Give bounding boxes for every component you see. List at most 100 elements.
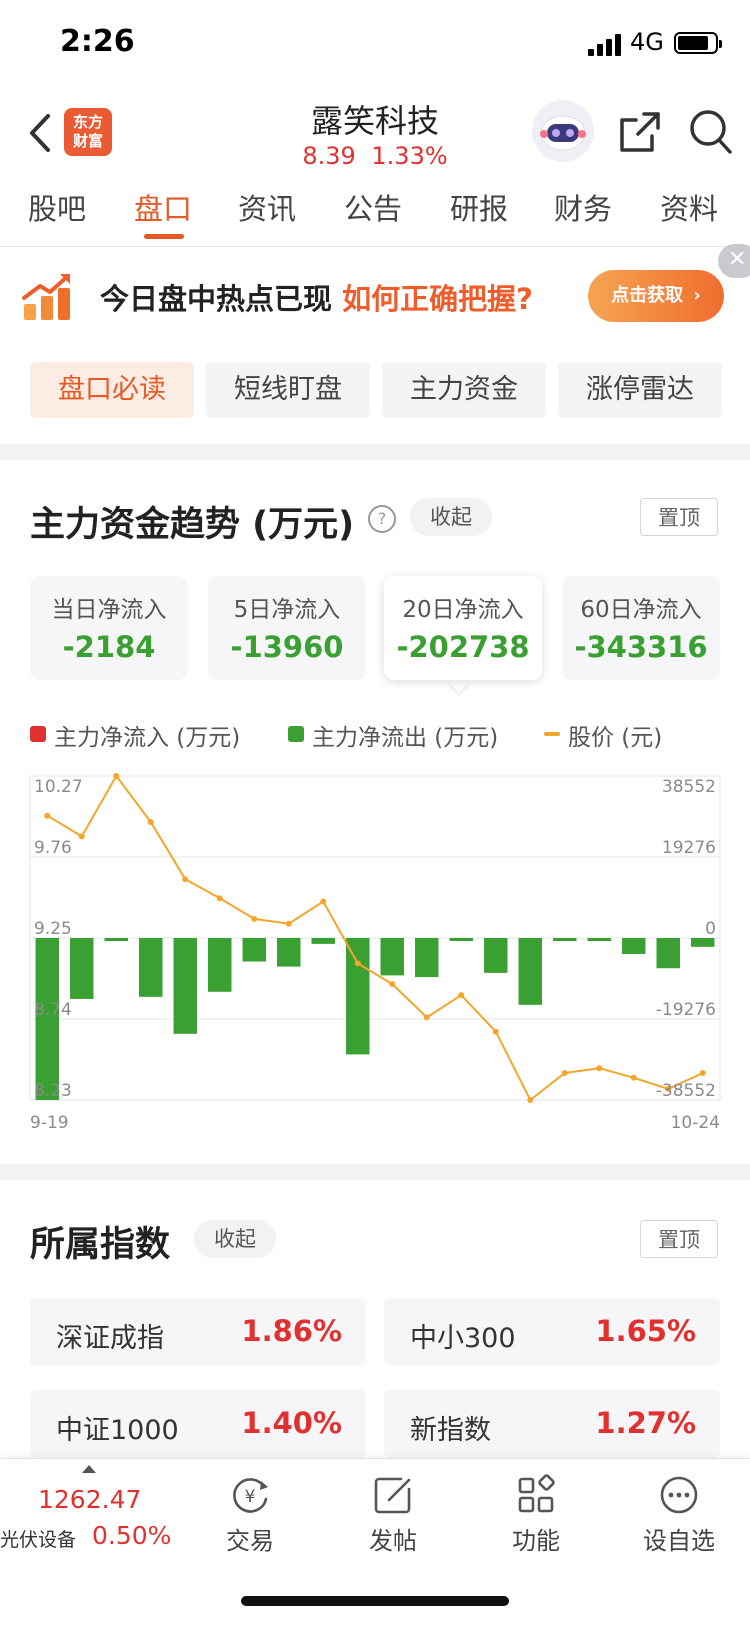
functions-label: 功能	[512, 1527, 560, 1555]
flow-card-value: -202738	[396, 630, 530, 664]
index-card[interactable]: 新指数 1.27%	[384, 1390, 720, 1458]
legend-inflow-swatch	[30, 726, 46, 742]
more-dots-icon	[660, 1476, 698, 1514]
flow-bar	[346, 938, 370, 1055]
left-axis-label: 9.76	[34, 838, 72, 858]
x-axis-end-label: 10-24	[671, 1113, 720, 1133]
flow-card-value: -343316	[574, 630, 708, 664]
price-point	[561, 1070, 568, 1076]
flow-bar	[208, 938, 232, 992]
flow-bar	[380, 938, 404, 976]
flow-card-label: 20日净流入	[402, 597, 524, 623]
x-axis-start-label: 9-19	[30, 1113, 69, 1133]
battery-icon	[674, 32, 722, 54]
price-point	[251, 915, 258, 922]
sector-ticker[interactable]: 1262.47 光伏设备 0.50%	[0, 1459, 180, 1559]
right-axis-label: 0	[705, 919, 716, 939]
promo-text[interactable]: 今日盘中热点已现 如何正确把握?	[100, 276, 533, 318]
right-axis-label: -38552	[656, 1081, 716, 1101]
trade-button[interactable]: ¥ 交易	[200, 1473, 300, 1556]
flow-card-label: 60日净流入	[580, 597, 702, 623]
stock-change-pct: 1.33%	[371, 142, 448, 170]
stock-price: 8.39	[302, 142, 356, 170]
post-label: 发帖	[369, 1527, 417, 1555]
flow-bar	[415, 938, 439, 978]
indices-title: 所属指数	[30, 1225, 171, 1265]
indices-pin-button[interactable]: 置顶	[640, 1220, 718, 1258]
sector-value: 1262.47	[38, 1485, 142, 1514]
yuan-exchange-icon: ¥	[233, 1478, 268, 1513]
segment-short-term[interactable]: 短线盯盘	[206, 362, 370, 418]
trending-chart-icon	[22, 274, 70, 320]
price-point	[147, 819, 154, 826]
legend-inflow-label: 主力净流入 (万元)	[54, 725, 241, 751]
add-watchlist-label: 设自选	[643, 1527, 715, 1555]
tab-finance[interactable]: 财务	[554, 186, 612, 228]
index-change: 1.65%	[595, 1314, 696, 1348]
tab-research[interactable]: 研报	[450, 186, 508, 228]
index-card[interactable]: 中小300 1.65%	[384, 1298, 720, 1366]
index-name: 深证成指	[56, 1323, 164, 1354]
assistant-robot-icon[interactable]	[532, 100, 594, 162]
index-name: 新指数	[410, 1415, 491, 1446]
home-indicator	[241, 1596, 509, 1606]
fund-trend-collapse-button[interactable]: 收起	[410, 498, 492, 536]
flow-bar	[553, 938, 577, 941]
right-axis-label: 38552	[662, 777, 716, 797]
index-name: 中证1000	[56, 1415, 179, 1446]
chevron-right-icon: ›	[693, 285, 701, 306]
left-axis-label: 9.25	[34, 919, 72, 939]
promo-close-button[interactable]: ✕	[718, 244, 750, 278]
trade-label: 交易	[226, 1527, 274, 1555]
legend-price-label: 股价 (元)	[568, 725, 663, 751]
flow-bar	[518, 938, 542, 1005]
price-point	[354, 960, 361, 967]
index-card[interactable]: 中证1000 1.40%	[30, 1390, 366, 1458]
promo-main-text: 今日盘中热点已现	[100, 282, 333, 316]
tab-pankou[interactable]: 盘口	[134, 186, 192, 228]
fund-trend-pin-button[interactable]: 置顶	[640, 498, 718, 536]
index-change: 1.40%	[241, 1406, 342, 1440]
search-icon[interactable]	[688, 108, 734, 156]
flow-bar	[173, 938, 197, 1034]
tab-guba[interactable]: 股吧	[28, 186, 86, 228]
fund-trend-title: 主力资金趋势 (万元)	[30, 505, 355, 545]
promo-button-label: 点击获取	[611, 285, 684, 306]
functions-button[interactable]: 功能	[486, 1473, 586, 1556]
segment-limit-up-radar[interactable]: 涨停雷达	[558, 362, 722, 418]
share-icon[interactable]	[618, 110, 662, 154]
flow-card-today[interactable]: 当日净流入 -2184	[30, 576, 188, 680]
tab-announcements[interactable]: 公告	[344, 186, 402, 228]
flow-card-value: -13960	[230, 630, 344, 664]
flow-card-label: 5日净流入	[233, 597, 341, 623]
segment-main-funds[interactable]: 主力资金	[382, 362, 546, 418]
indices-collapse-button[interactable]: 收起	[194, 1220, 276, 1258]
post-button[interactable]: 发帖	[343, 1473, 443, 1556]
tab-news[interactable]: 资讯	[238, 186, 296, 228]
promo-get-button[interactable]: 点击获取 ›	[588, 270, 724, 322]
index-card[interactable]: 深证成指 1.86%	[30, 1298, 366, 1366]
segment-must-read[interactable]: 盘口必读	[30, 362, 194, 418]
flow-card-5d[interactable]: 5日净流入 -13960	[208, 576, 366, 680]
flow-bar	[139, 938, 163, 997]
price-point	[527, 1097, 534, 1103]
left-axis-label: 10.27	[34, 777, 83, 797]
flow-card-60d[interactable]: 60日净流入 -343316	[562, 576, 720, 680]
price-point	[216, 895, 223, 902]
status-time: 2:26	[60, 24, 135, 59]
price-point	[320, 898, 327, 905]
right-axis-label: 19276	[662, 838, 716, 858]
promo-highlight-text: 如何正确把握?	[342, 282, 533, 316]
price-point	[389, 981, 396, 988]
main-tabs: 股吧 盘口 资讯 公告 研报 财务 资料	[0, 178, 750, 247]
network-type: 4G	[630, 28, 664, 56]
tab-profile[interactable]: 资料	[660, 186, 718, 228]
flow-bar	[484, 938, 508, 973]
cell-signal-icon	[588, 34, 621, 56]
flow-card-20d[interactable]: 20日净流入 -202738	[384, 576, 542, 680]
price-point	[182, 876, 189, 883]
add-watchlist-button[interactable]: 设自选	[629, 1473, 729, 1556]
help-icon[interactable]: ?	[368, 505, 396, 533]
section-separator	[0, 444, 750, 460]
caret-up-icon	[82, 1465, 96, 1473]
